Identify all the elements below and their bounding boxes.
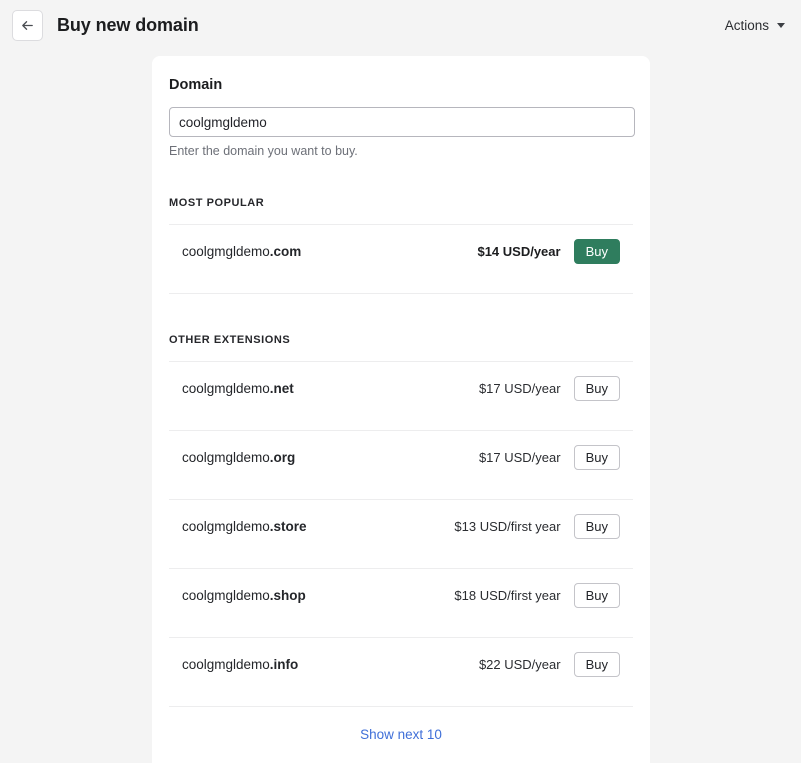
arrow-left-icon	[20, 18, 35, 33]
domain-base: coolgmgldemo	[182, 656, 270, 672]
row-actions: $14 USD/year Buy	[477, 238, 620, 264]
buy-button[interactable]: Buy	[573, 444, 620, 470]
domain-name: coolgmgldemo.com	[182, 244, 301, 259]
domain-tld: .org	[269, 449, 296, 465]
domain-base: coolgmgldemo	[182, 587, 270, 603]
domain-base: coolgmgldemo	[182, 380, 270, 396]
domain-field-label: Domain	[169, 77, 223, 93]
page-title: Buy new domain	[57, 15, 199, 35]
domain-name: coolgmgldemo.org	[182, 450, 295, 465]
table-row: coolgmgldemo.shop $18 USD/first year Buy	[169, 569, 633, 622]
actions-menu-label: Actions	[724, 17, 769, 33]
row-actions: $13 USD/first year Buy	[454, 513, 620, 539]
domain-tld: .store	[269, 518, 307, 534]
buy-button[interactable]: Buy	[573, 582, 620, 608]
domain-search-input[interactable]	[169, 107, 635, 138]
buy-domain-card: Domain Enter the domain you want to buy.…	[152, 56, 650, 763]
back-button[interactable]	[12, 9, 43, 41]
table-row: coolgmgldemo.com $14 USD/year Buy	[169, 225, 633, 278]
domain-name: coolgmgldemo.info	[182, 657, 298, 672]
section-heading-other-extensions: Other extensions	[169, 333, 291, 346]
domain-price: $17 USD/year	[478, 380, 561, 396]
divider	[169, 292, 633, 294]
domain-price: $18 USD/first year	[454, 587, 561, 603]
domain-name: coolgmgldemo.net	[182, 381, 294, 396]
domain-price: $13 USD/first year	[454, 518, 561, 534]
row-actions: $17 USD/year Buy	[478, 444, 620, 470]
actions-menu-button[interactable]: Actions	[725, 18, 785, 33]
domain-price: $14 USD/year	[477, 243, 561, 259]
domain-field-helper-text: Enter the domain you want to buy.	[169, 144, 358, 159]
domain-base: coolgmgldemo	[182, 518, 270, 534]
buy-button[interactable]: Buy	[573, 651, 620, 677]
buy-button[interactable]: Buy	[573, 238, 620, 264]
table-row: coolgmgldemo.info $22 USD/year Buy	[169, 638, 633, 691]
domain-name: coolgmgldemo.shop	[182, 588, 306, 603]
domain-price: $22 USD/year	[478, 656, 561, 672]
buy-button[interactable]: Buy	[573, 375, 620, 401]
section-heading-most-popular: Most popular	[169, 196, 265, 209]
show-more-container: Show next 10	[169, 707, 633, 763]
chevron-down-icon	[777, 22, 785, 28]
domain-tld: .info	[269, 656, 299, 672]
domain-tld: .shop	[269, 587, 306, 603]
row-actions: $22 USD/year Buy	[478, 651, 620, 677]
buy-button[interactable]: Buy	[573, 513, 620, 539]
show-next-link[interactable]: Show next 10	[360, 727, 442, 742]
row-actions: $18 USD/first year Buy	[454, 582, 620, 608]
domain-name: coolgmgldemo.store	[182, 519, 307, 534]
top-bar: Buy new domain Actions	[0, 0, 801, 50]
domain-base: coolgmgldemo	[182, 243, 270, 259]
table-row: coolgmgldemo.store $13 USD/first year Bu…	[169, 500, 633, 553]
row-actions: $17 USD/year Buy	[478, 375, 620, 401]
domain-base: coolgmgldemo	[182, 449, 270, 465]
domain-tld: .net	[269, 380, 294, 396]
domain-price: $17 USD/year	[478, 449, 561, 465]
table-row: coolgmgldemo.net $17 USD/year Buy	[169, 362, 633, 415]
table-row: coolgmgldemo.org $17 USD/year Buy	[169, 431, 633, 484]
domain-tld: .com	[269, 243, 302, 259]
